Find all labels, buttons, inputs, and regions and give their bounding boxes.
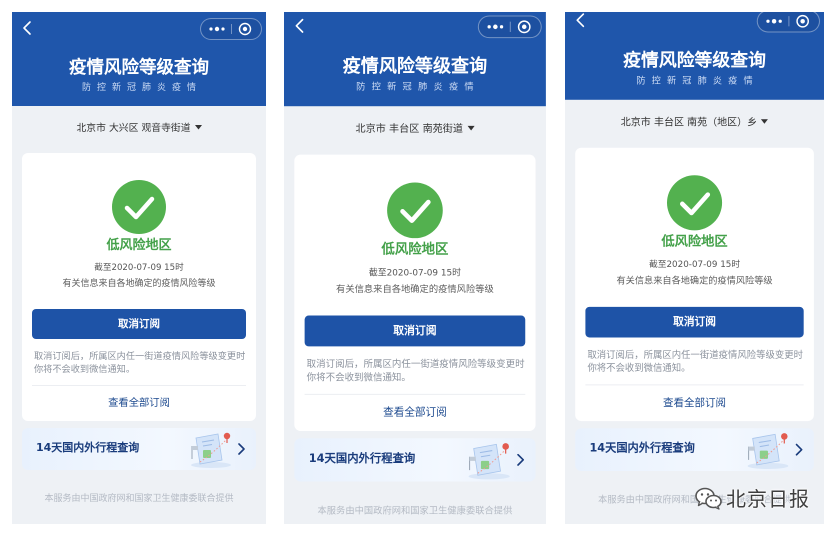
unsubscribe-button[interactable]: 取消订阅 [585, 306, 804, 338]
chevron-right-icon [795, 443, 803, 456]
location-selector[interactable]: 北京市 大兴区 观音寺街道 [12, 119, 266, 135]
app-header: 疫情风险等级查询 防控新冠肺炎疫情 [565, 12, 824, 100]
risk-result-card: 低风险地区 截至2020-07-09 15时 有关信息来自各地确定的疫情风险等级… [294, 154, 536, 431]
unsubscribe-note-line: 你将不会收到微信通知。 [587, 362, 691, 375]
page-subtitle: 防控新冠肺炎疫情 [81, 83, 202, 93]
close-target-icon[interactable] [517, 20, 531, 34]
as-of-timestamp: 截至2020-07-09 15时 [368, 268, 462, 279]
trip-query-card[interactable]: 14天国内外行程查询 [294, 438, 536, 482]
risk-level-label: 低风险地区 [106, 238, 172, 253]
as-of-timestamp: 截至2020-07-09 15时 [94, 263, 184, 273]
dropdown-caret-icon [467, 125, 475, 130]
capsule-divider [509, 21, 511, 32]
itinerary-illustration [191, 432, 231, 468]
location-label: 北京市 丰台区 南苑街道 [355, 123, 463, 136]
trip-query-label: 14天国内外行程查询 [36, 441, 140, 454]
mini-program-capsule [477, 15, 542, 39]
divider [32, 385, 246, 386]
chevron-left-icon [23, 21, 31, 35]
chevron-left-icon [576, 13, 585, 28]
page-subtitle: 防控新冠肺炎疫情 [356, 82, 480, 93]
unsubscribe-note-line: 取消订阅后，所属区内任一街道疫情风险等级变更时 [587, 349, 803, 361]
page-title: 疫情风险等级查询 [623, 50, 766, 72]
dropdown-caret-icon [761, 118, 769, 124]
mini-program-capsule [756, 12, 820, 33]
page-title: 疫情风险等级查询 [342, 56, 488, 78]
unsubscribe-note-line: 你将不会收到微信通知。 [34, 364, 136, 375]
unsubscribe-note-line: 取消订阅后，所属区内任一街道疫情风险等级变更时 [306, 358, 525, 371]
mini-program-screen: 疫情风险等级查询 防控新冠肺炎疫情 北京市 大兴区 观音寺街道 低风险地区 截至… [12, 12, 266, 524]
trip-query-card[interactable]: 14天国内外行程查询 [22, 428, 256, 470]
dropdown-caret-icon [194, 124, 202, 129]
location-selector[interactable]: 北京市 丰台区 南苑街道 [284, 120, 546, 136]
as-of-timestamp: 截至2020-07-09 15时 [648, 259, 741, 271]
more-dots-icon[interactable] [208, 24, 226, 34]
unsubscribe-note: 取消订阅后，所属区内任一街道疫情风险等级变更时 你将不会收到微信通知。 [307, 358, 528, 385]
view-all-subscriptions-link[interactable]: 查看全部订阅 [294, 405, 535, 419]
unsubscribe-button[interactable]: 取消订阅 [32, 309, 246, 339]
unsubscribe-note: 取消订阅后，所属区内任一街道疫情风险等级变更时 你将不会收到微信通知。 [34, 350, 248, 376]
wechat-logo-icon [695, 487, 722, 510]
location-label: 北京市 丰台区 南苑（地区）乡 [620, 117, 758, 129]
service-footer: 本服务由中国政府网和国家卫生健康委联合提供 [317, 506, 513, 517]
capsule-divider [788, 16, 790, 27]
trip-query-label: 14天国内外行程查询 [308, 451, 416, 466]
checkmark-icon [400, 199, 431, 223]
trip-query-card[interactable]: 14天国内外行程查询 [575, 428, 814, 472]
check-circle-icon [667, 175, 723, 231]
more-dots-icon[interactable] [765, 16, 783, 26]
checkmark-icon [124, 196, 155, 220]
check-circle-icon [112, 180, 166, 234]
location-selector[interactable]: 北京市 丰台区 南苑（地区）乡 [565, 113, 824, 129]
back-button[interactable] [19, 20, 35, 36]
risk-level-label: 低风险地区 [661, 234, 728, 250]
unsubscribe-note-line: 取消订阅后，所属区内任一街道疫情风险等级变更时 [34, 351, 246, 362]
risk-level-label: 低风险地区 [381, 242, 449, 258]
location-label: 北京市 大兴区 观音寺街道 [76, 123, 191, 134]
checkmark-icon [680, 192, 711, 216]
app-header: 疫情风险等级查询 防控新冠肺炎疫情 [284, 12, 546, 107]
chevron-right-icon [517, 453, 525, 466]
source-note: 有关信息来自各地确定的疫情风险等级 [62, 279, 216, 289]
source-note: 有关信息来自各地确定的疫情风险等级 [336, 284, 494, 295]
chevron-left-icon [295, 18, 304, 33]
unsubscribe-note-line: 你将不会收到微信通知。 [306, 372, 411, 384]
unsubscribe-note: 取消订阅后，所属区内任一街道疫情风险等级变更时 你将不会收到微信通知。 [587, 349, 805, 376]
trip-query-label: 14天国内外行程查询 [589, 441, 695, 455]
divider [304, 393, 526, 395]
check-circle-icon [387, 182, 443, 239]
chevron-right-icon [238, 443, 245, 455]
risk-result-card: 低风险地区 截至2020-07-09 15时 有关信息来自各地确定的疫情风险等级… [575, 147, 814, 422]
view-all-subscriptions-link[interactable]: 查看全部订阅 [22, 396, 256, 410]
source-note: 有关信息来自各地确定的疫情风险等级 [616, 276, 773, 287]
phone-screenshot-1: 疫情风险等级查询 防控新冠肺炎疫情 北京市 大兴区 观音寺街道 低风险地区 截至… [12, 12, 266, 524]
watermark-label: 北京日报 [726, 487, 810, 511]
page-subtitle: 防控新冠肺炎疫情 [636, 76, 759, 87]
phone-screenshot-2: 疫情风险等级查询 防控新冠肺炎疫情 北京市 丰台区 南苑街道 低风险地区 截至2… [284, 12, 546, 524]
close-target-icon[interactable] [238, 22, 252, 36]
back-button[interactable] [291, 18, 307, 34]
mini-program-screen: 疫情风险等级查询 防控新冠肺炎疫情 北京市 丰台区 南苑街道 低风险地区 截至2… [284, 12, 546, 524]
divider [585, 384, 804, 386]
risk-result-card: 低风险地区 截至2020-07-09 15时 有关信息来自各地确定的疫情风险等级… [22, 153, 256, 421]
unsubscribe-button[interactable]: 取消订阅 [304, 315, 526, 347]
phone-screenshot-3: 疫情风险等级查询 防控新冠肺炎疫情 北京市 丰台区 南苑（地区）乡 低风险地区 … [565, 12, 824, 524]
close-target-icon[interactable] [796, 14, 810, 28]
itinerary-illustration [747, 433, 789, 470]
view-all-subscriptions-link[interactable]: 查看全部订阅 [575, 396, 814, 410]
back-button[interactable] [572, 12, 588, 28]
mini-program-screen: 疫情风险等级查询 防控新冠肺炎疫情 北京市 丰台区 南苑（地区）乡 低风险地区 … [565, 12, 824, 524]
publisher-watermark: 北京日报 [695, 486, 817, 512]
mini-program-capsule [200, 18, 262, 40]
capsule-divider [231, 24, 232, 34]
more-dots-icon[interactable] [486, 22, 505, 32]
page-title: 疫情风险等级查询 [69, 58, 209, 78]
service-footer: 本服务由中国政府网和国家卫生健康委联合提供 [44, 494, 234, 504]
itinerary-illustration [468, 443, 510, 480]
app-header: 疫情风险等级查询 防控新冠肺炎疫情 [12, 12, 266, 106]
